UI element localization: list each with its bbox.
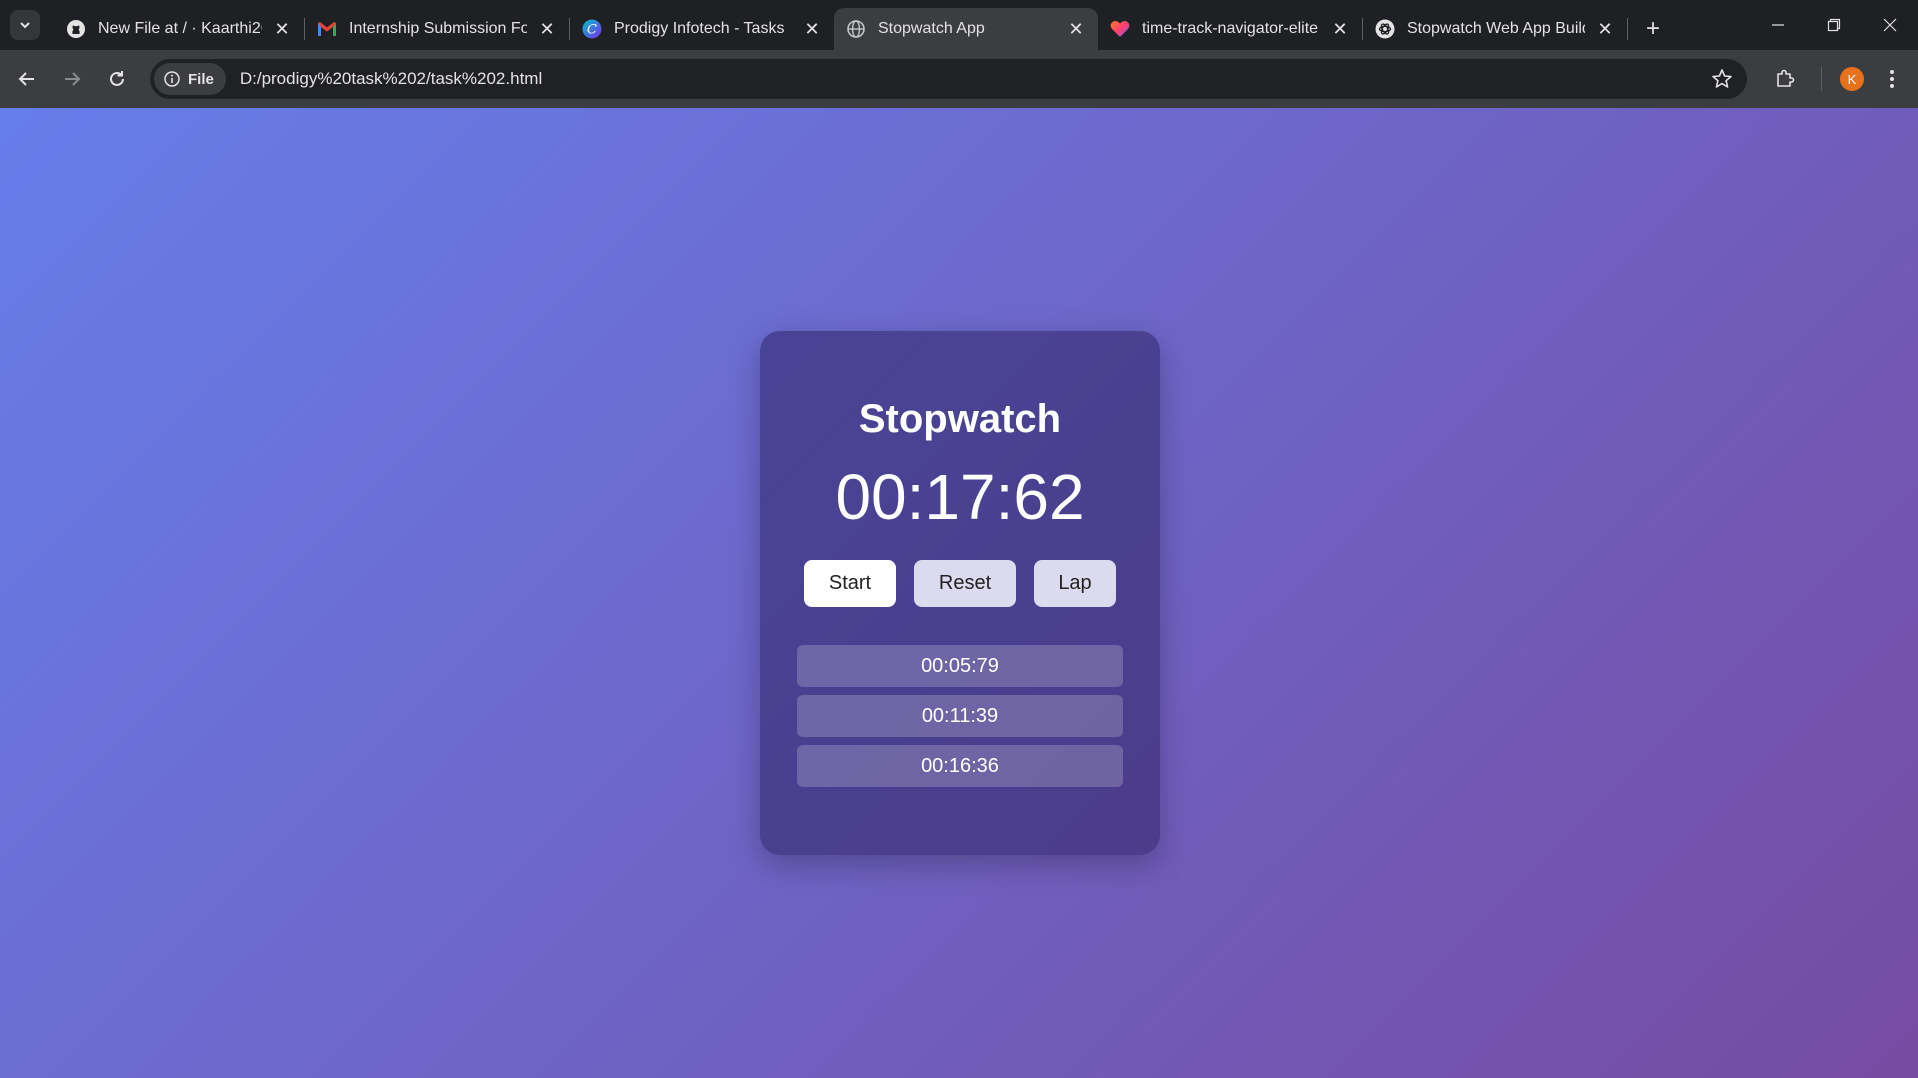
openai-icon (1375, 19, 1395, 39)
arrow-right-icon (65, 72, 81, 86)
gmail-icon (317, 19, 337, 39)
tab-lovable[interactable]: time-track-navigator-elite ✕ (1098, 8, 1362, 50)
tab-gmail[interactable]: Internship Submission Form ✕ (305, 8, 569, 50)
avatar: K (1840, 67, 1864, 91)
reload-icon (110, 71, 124, 86)
site-chip-label: File (188, 70, 214, 88)
page-viewport: Stopwatch 00:17:62 Start Reset Lap 00:05… (0, 108, 1918, 1078)
forward-button[interactable] (54, 61, 90, 97)
stopwatch-card: Stopwatch 00:17:62 Start Reset Lap 00:05… (760, 331, 1160, 855)
bookmark-star-icon[interactable] (1711, 68, 1733, 90)
laps-list: 00:05:79 00:11:39 00:16:36 (797, 645, 1123, 787)
tab-title: New File at / · Kaarthi26/PRODIGY_WD_02 (98, 20, 262, 37)
globe-icon (846, 19, 866, 39)
lap-button[interactable]: Lap (1034, 560, 1116, 607)
tab-prodigy[interactable]: C Prodigy Infotech - Tasks ✕ (570, 8, 834, 50)
address-bar[interactable]: File D:/prodigy%20task%202/task%202.html (150, 59, 1747, 99)
plus-icon: + (1645, 15, 1660, 42)
url-text[interactable]: D:/prodigy%20task%202/task%202.html (240, 69, 542, 89)
list-item: 00:16:36 (797, 745, 1123, 787)
list-item: 00:05:79 (797, 645, 1123, 687)
start-button[interactable]: Start (804, 560, 896, 607)
extensions-button[interactable] (1765, 59, 1805, 99)
canva-icon: C (582, 19, 602, 39)
tab-title: time-track-navigator-elite (1142, 20, 1319, 37)
toolbar-actions: K (1765, 50, 1918, 108)
minimize-button[interactable] (1750, 0, 1806, 50)
close-icon[interactable]: ✕ (272, 19, 292, 39)
restore-button[interactable] (1806, 0, 1862, 50)
reset-button[interactable]: Reset (914, 560, 1016, 607)
tab-github[interactable]: New File at / · Kaarthi26/PRODIGY_WD_02 … (54, 8, 304, 50)
tab-title: Internship Submission Form (349, 20, 527, 37)
profile-button[interactable]: K (1832, 59, 1872, 99)
close-window-button[interactable] (1862, 0, 1918, 50)
time-display: 00:17:62 (835, 461, 1085, 533)
lovable-icon (1110, 19, 1130, 39)
tab-strip: New File at / · Kaarthi26/PRODIGY_WD_02 … (0, 0, 1918, 50)
reload-button[interactable] (99, 61, 135, 97)
puzzle-icon (1777, 69, 1795, 87)
list-item: 00:11:39 (797, 695, 1123, 737)
close-icon[interactable]: ✕ (802, 19, 822, 39)
window-controls (1750, 0, 1918, 50)
tab-title: Stopwatch Web App Build (1407, 20, 1585, 37)
close-icon (1883, 18, 1897, 32)
close-icon[interactable]: ✕ (537, 19, 557, 39)
restore-icon (1827, 18, 1841, 32)
tab-title: Stopwatch App (878, 20, 985, 37)
info-icon (164, 71, 180, 87)
close-icon[interactable]: ✕ (1330, 19, 1350, 39)
back-button[interactable] (9, 61, 45, 97)
arrow-left-icon (18, 72, 34, 86)
page-title: Stopwatch (858, 397, 1062, 441)
minimize-icon (1772, 24, 1784, 26)
tab-title: Prodigy Infotech - Tasks (614, 20, 785, 37)
tab-search-button[interactable] (10, 10, 40, 40)
toolbar-divider (1821, 67, 1822, 91)
tab-chatgpt[interactable]: Stopwatch Web App Build ✕ (1363, 8, 1627, 50)
svg-text:C: C (587, 23, 597, 38)
github-icon (66, 19, 86, 39)
tab-separator (1627, 18, 1628, 40)
close-icon[interactable]: ✕ (1595, 19, 1615, 39)
tab-stopwatch-app[interactable]: Stopwatch App ✕ (834, 8, 1098, 50)
browser-toolbar: File D:/prodigy%20task%202/task%202.html… (0, 50, 1918, 108)
close-icon[interactable]: ✕ (1066, 19, 1086, 39)
controls: Start Reset Lap (760, 560, 1160, 607)
chevron-down-icon (20, 22, 30, 29)
more-vertical-icon (1890, 70, 1894, 88)
menu-button[interactable] (1872, 59, 1912, 99)
site-info-chip[interactable]: File (154, 63, 226, 95)
new-tab-button[interactable]: + (1638, 14, 1668, 44)
